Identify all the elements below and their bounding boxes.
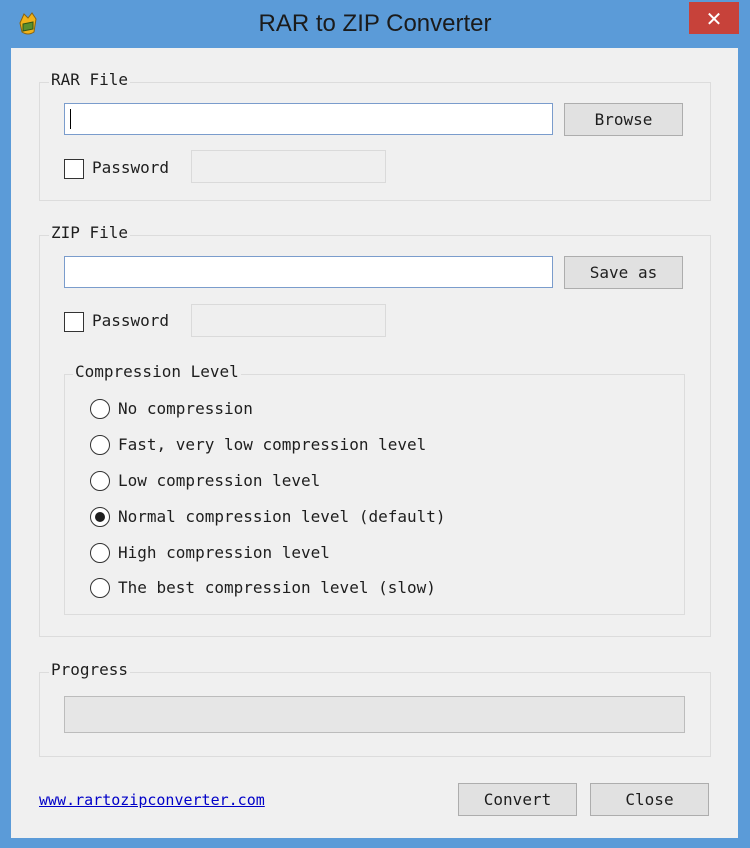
close-button[interactable]: Close: [590, 783, 709, 816]
rar-password-label: Password: [92, 158, 170, 177]
zip-password-input[interactable]: [191, 304, 386, 337]
window-title: RAR to ZIP Converter: [258, 10, 492, 37]
progress-group-label: Progress: [49, 660, 131, 679]
zip-file-group-label: ZIP File: [49, 223, 131, 242]
rar-file-group: [39, 82, 711, 201]
radio-no-compression[interactable]: [90, 399, 110, 419]
radio-label-no-compression: No compression: [118, 399, 253, 418]
radio-label-fast-compression: Fast, very low compression level: [118, 435, 427, 454]
title-bar[interactable]: RAR to ZIP Converter ✕: [0, 0, 750, 48]
compression-level-group-label: Compression Level: [73, 362, 241, 381]
window-close-button[interactable]: ✕: [689, 2, 739, 34]
rar-path-input[interactable]: [64, 103, 553, 135]
radio-label-high-compression: High compression level: [118, 543, 330, 562]
zip-password-label: Password: [92, 311, 170, 330]
radio-normal-compression[interactable]: [90, 507, 110, 527]
zip-path-input[interactable]: [64, 256, 553, 288]
save-as-button[interactable]: Save as: [564, 256, 683, 289]
radio-label-best-compression: The best compression level (slow): [118, 578, 436, 597]
radio-fast-compression[interactable]: [90, 435, 110, 455]
rar-password-checkbox[interactable]: [64, 159, 84, 179]
browse-button[interactable]: Browse: [564, 103, 683, 136]
zip-path-field[interactable]: [65, 257, 552, 287]
radio-selected-dot: [95, 512, 105, 522]
radio-best-compression[interactable]: [90, 578, 110, 598]
website-link[interactable]: www.rartozipconverter.com: [39, 790, 265, 810]
progress-bar: [64, 696, 685, 733]
zip-password-checkbox[interactable]: [64, 312, 84, 332]
radio-label-low-compression: Low compression level: [118, 471, 321, 490]
close-icon: ✕: [705, 7, 723, 31]
rar-file-group-label: RAR File: [49, 70, 131, 89]
text-caret: [70, 109, 71, 129]
convert-button[interactable]: Convert: [458, 783, 577, 816]
app-window: RAR to ZIP Converter ✕ RAR File Browse P…: [0, 0, 750, 848]
radio-high-compression[interactable]: [90, 543, 110, 563]
radio-label-normal-compression: Normal compression level (default): [118, 507, 446, 526]
rar-path-field[interactable]: [65, 104, 552, 134]
radio-low-compression[interactable]: [90, 471, 110, 491]
client-area: RAR File Browse Password ZIP File Save a…: [11, 48, 738, 838]
rar-password-input[interactable]: [191, 150, 386, 183]
